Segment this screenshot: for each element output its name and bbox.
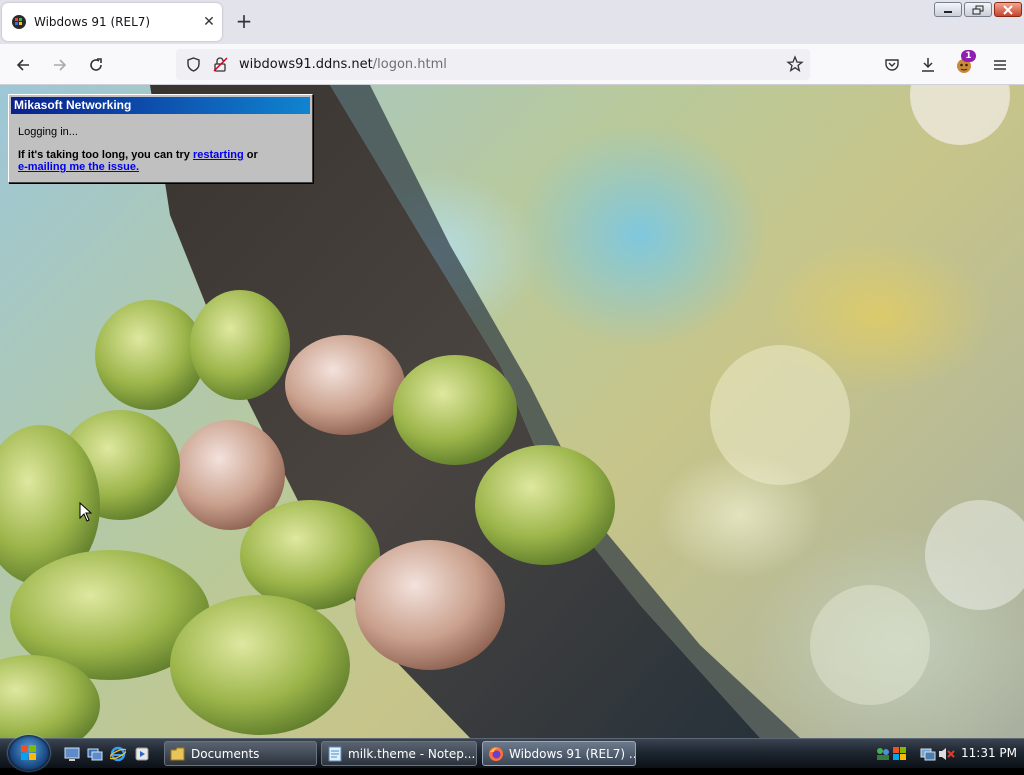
- reload-icon: [90, 58, 102, 71]
- taskbar-button-notepad[interactable]: milk.theme - Notep...: [321, 741, 477, 766]
- minimize-button[interactable]: [934, 2, 962, 17]
- site-favicon-icon: [12, 15, 26, 29]
- restore-icon: [972, 5, 984, 15]
- folder-icon: [170, 747, 185, 760]
- close-window-button[interactable]: [994, 2, 1022, 17]
- notepad-icon: [328, 746, 342, 761]
- bookmark-star-icon[interactable]: [786, 55, 804, 73]
- back-button[interactable]: [10, 52, 36, 78]
- tab-title: Wibdows 91 (REL7): [34, 15, 151, 29]
- show-desktop-icon[interactable]: [64, 746, 80, 762]
- reload-button[interactable]: [83, 52, 109, 78]
- taskbar-button-label: Documents: [191, 746, 260, 761]
- insecure-lock-icon[interactable]: [212, 56, 229, 73]
- taskbar: Documents milk.theme - Notep... Wibdows …: [0, 735, 1024, 771]
- help-message: If it's taking too long, you can try res…: [18, 149, 303, 173]
- help-text-mid: or: [243, 149, 258, 161]
- email-issue-link[interactable]: e-mailing me the issue.: [18, 161, 139, 173]
- media-player-icon[interactable]: [134, 746, 150, 762]
- app-menu-button[interactable]: [987, 52, 1013, 78]
- downloads-button[interactable]: [915, 52, 941, 78]
- dialog-titlebar[interactable]: Mikasoft Networking: [11, 97, 310, 114]
- close-icon: [1003, 5, 1013, 15]
- switch-windows-icon[interactable]: [87, 746, 103, 762]
- help-text-pre: If it's taking too long, you can try: [18, 149, 193, 161]
- menu-icon: [994, 60, 1006, 70]
- mouse-pointer-icon: [79, 502, 93, 522]
- new-tab-button[interactable]: +: [232, 10, 256, 34]
- security-center-icon[interactable]: [892, 746, 908, 762]
- shield-icon[interactable]: [185, 56, 202, 73]
- navigation-toolbar: wibdows91.ddns.net/logon.html 1: [0, 44, 1024, 85]
- taskbar-button-documents[interactable]: Documents: [164, 741, 317, 766]
- network-people-icon[interactable]: [875, 746, 891, 762]
- tab-strip: Wibdows 91 (REL7) ✕ +: [0, 0, 1024, 44]
- volume-muted-icon[interactable]: [938, 746, 956, 762]
- download-icon: [922, 58, 934, 72]
- address-bar[interactable]: wibdows91.ddns.net/logon.html: [176, 49, 810, 80]
- extension-badge: 1: [961, 50, 976, 62]
- forward-button[interactable]: [47, 52, 73, 78]
- pocket-button[interactable]: [879, 52, 905, 78]
- windows-logo-icon: [21, 745, 36, 760]
- firefox-icon: [489, 746, 503, 761]
- taskbar-clock[interactable]: 11:31 PM: [961, 746, 1017, 760]
- forward-icon: [54, 59, 67, 71]
- minimize-icon: [944, 11, 952, 13]
- restore-button[interactable]: [964, 2, 992, 17]
- taskbar-button-firefox[interactable]: Wibdows 91 (REL7) ...: [482, 741, 636, 766]
- url-host: wibdows91.ddns.net: [239, 57, 373, 72]
- internet-explorer-icon[interactable]: [110, 746, 126, 762]
- browser-tab[interactable]: Wibdows 91 (REL7) ✕: [2, 3, 222, 41]
- network-icon[interactable]: [920, 746, 936, 762]
- taskbar-button-label: milk.theme - Notep...: [348, 746, 476, 761]
- login-status: Logging in...: [18, 126, 78, 138]
- start-button[interactable]: [8, 735, 50, 771]
- pocket-icon: [885, 59, 899, 71]
- back-icon: [16, 59, 29, 71]
- url-path: /logon.html: [372, 57, 447, 72]
- taskbar-button-label: Wibdows 91 (REL7) ...: [509, 746, 636, 761]
- restart-link[interactable]: restarting: [193, 149, 244, 161]
- networking-dialog: Mikasoft Networking Logging in... If it'…: [8, 94, 313, 183]
- tab-close-icon[interactable]: ✕: [196, 14, 222, 30]
- url-text[interactable]: wibdows91.ddns.net/logon.html: [239, 57, 447, 72]
